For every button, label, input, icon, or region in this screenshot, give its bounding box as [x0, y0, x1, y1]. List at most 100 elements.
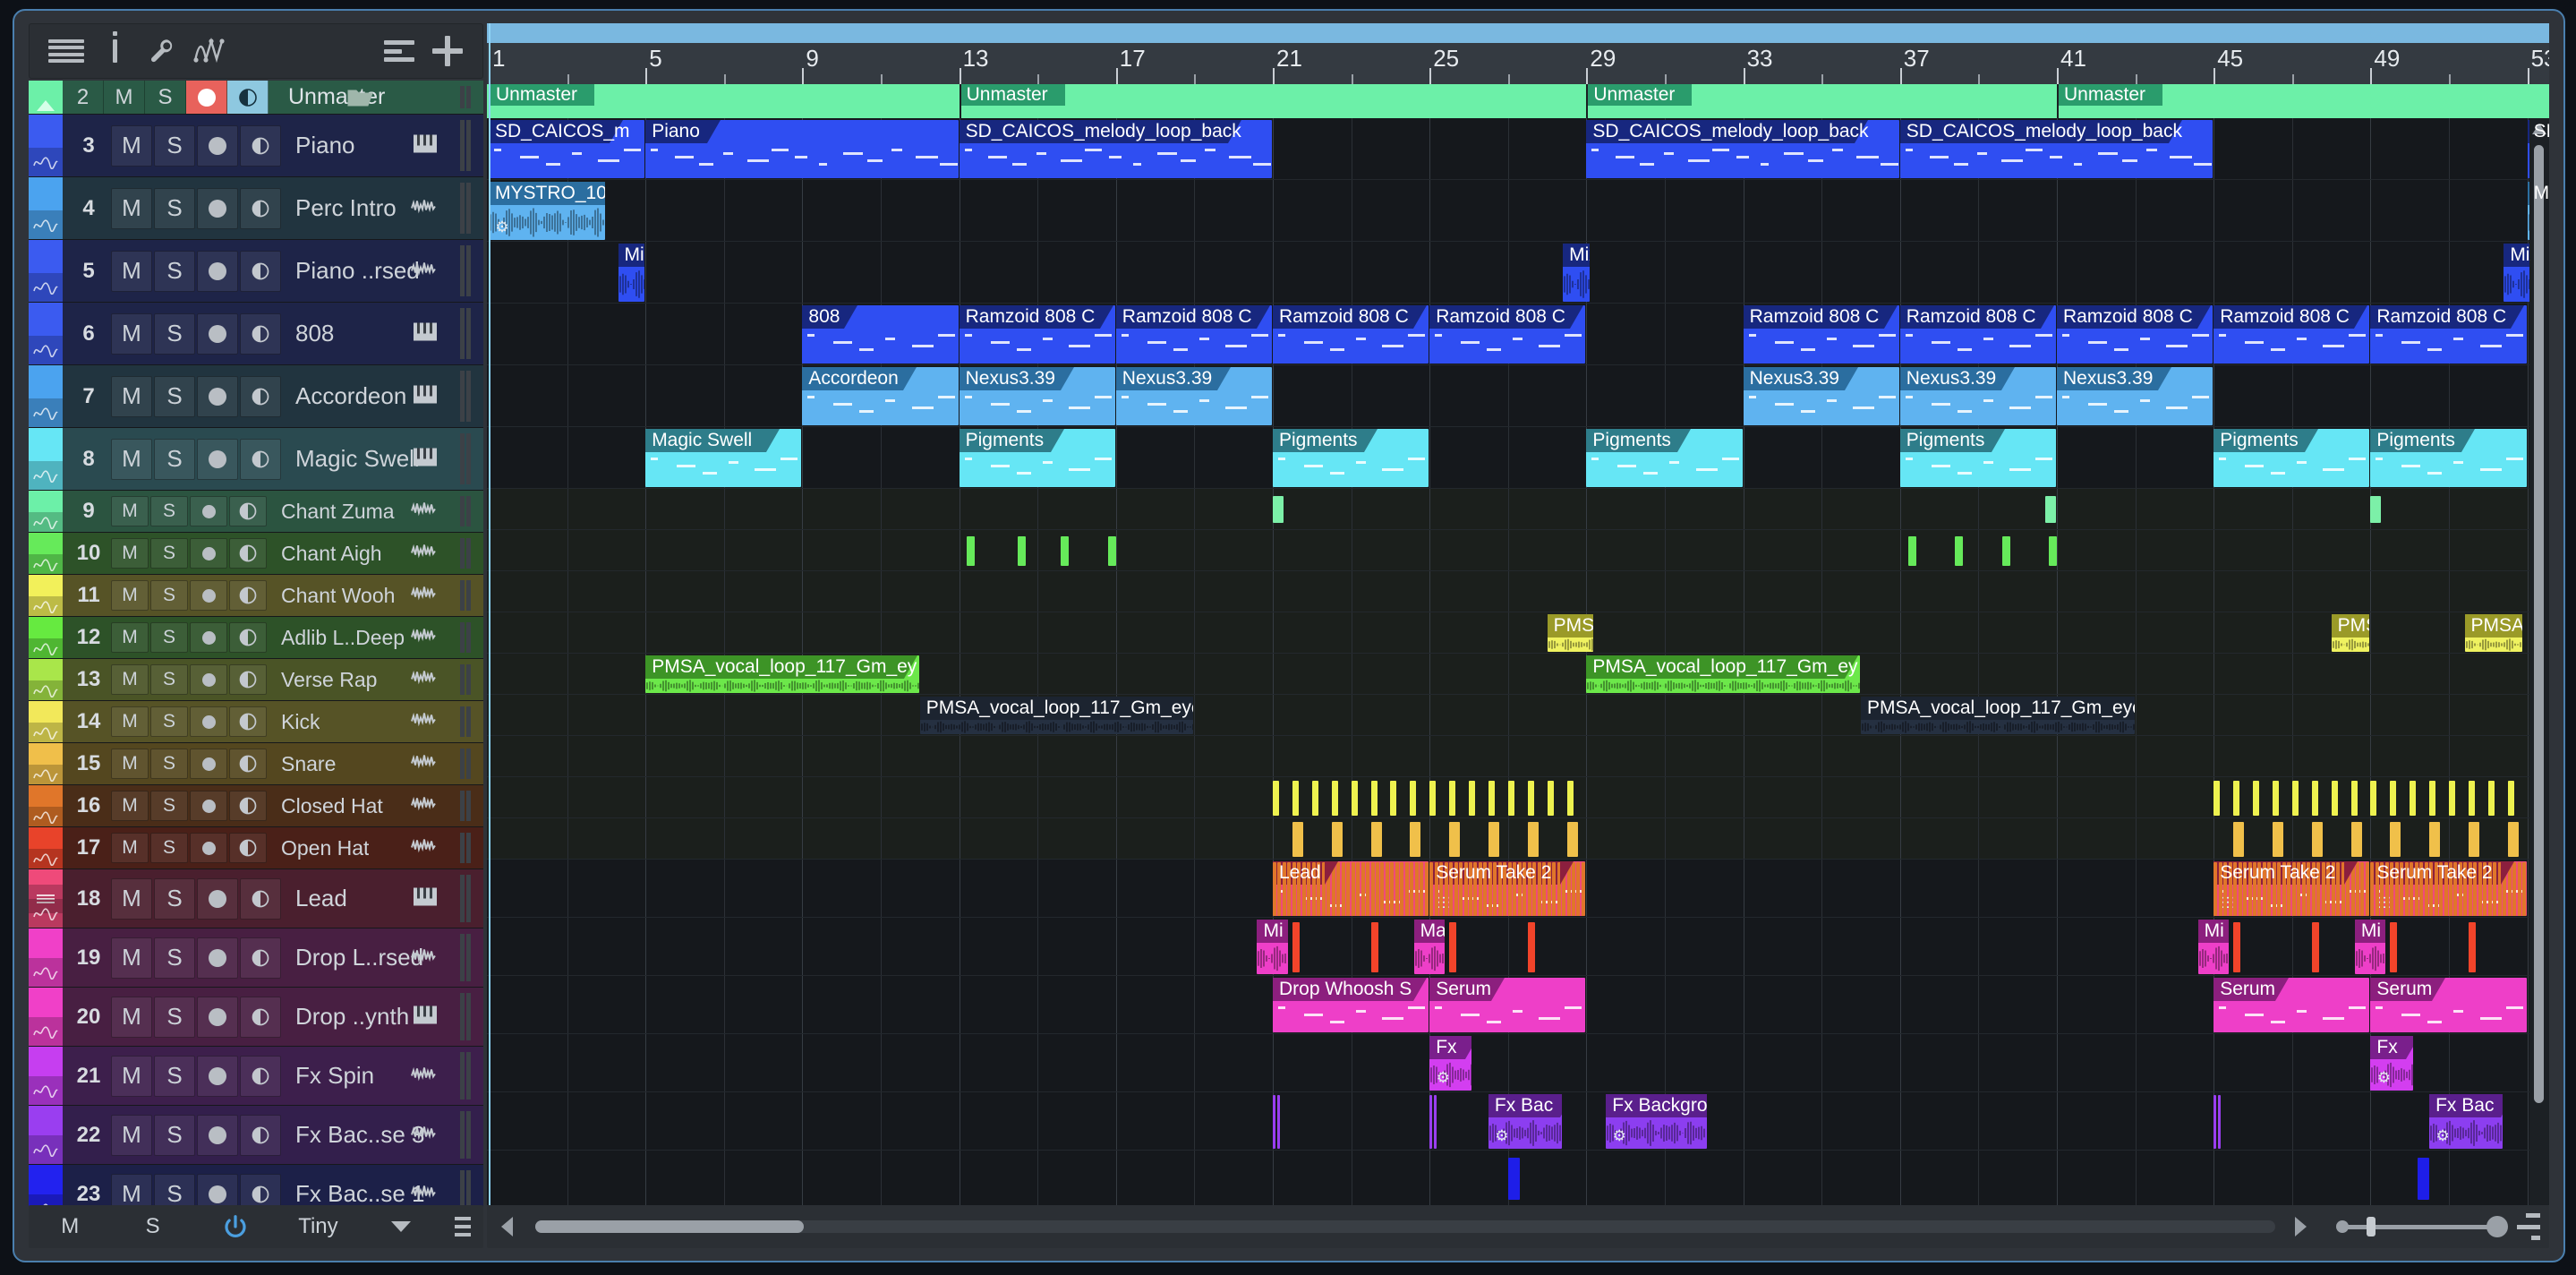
midi-note[interactable]	[1292, 822, 1303, 857]
folder-icon[interactable]	[347, 87, 374, 108]
track-header-4[interactable]: 4MSPerc Intro	[29, 177, 483, 240]
global-mute-button[interactable]: M	[29, 1214, 111, 1239]
track-pan-button[interactable]	[229, 496, 267, 526]
track-name-label[interactable]: Chant Wooh	[281, 584, 395, 608]
clip-body[interactable]	[645, 143, 958, 178]
clip-body[interactable]	[2213, 452, 2369, 487]
clip-body[interactable]	[1586, 679, 1860, 693]
track-mute-button[interactable]: M	[111, 622, 149, 653]
track-solo-button[interactable]: S	[154, 439, 195, 480]
power-icon[interactable]	[194, 1213, 277, 1240]
automation-lane-toggle[interactable]	[29, 512, 63, 532]
horizontal-scroll-track[interactable]	[535, 1220, 2275, 1233]
track-solo-button[interactable]: S	[154, 188, 195, 229]
clip[interactable]: SD_CAICOS_m	[489, 120, 644, 178]
track-color-strip[interactable]	[29, 177, 63, 239]
clip[interactable]: Mi	[1257, 920, 1287, 974]
clip[interactable]: MYSTRO_102_⚙	[489, 182, 605, 240]
track-list-icon[interactable]	[375, 30, 423, 73]
lane-12[interactable]: PMSA_fx_PMSA_PMSA_fx_s	[487, 612, 2549, 654]
arrangement-area[interactable]: 159131721252933374145495357 UnmasterUnma…	[487, 23, 2549, 1205]
track-header-7[interactable]: 7MSAccordeon	[29, 365, 483, 428]
track-color-strip[interactable]	[29, 1165, 63, 1209]
clip[interactable]: Fx⚙	[2370, 1036, 2412, 1091]
clip-body[interactable]	[1586, 452, 1742, 487]
midi-note[interactable]	[1342, 862, 1345, 917]
track-record-button[interactable]	[190, 580, 227, 611]
clip[interactable]: Pigments	[960, 429, 1115, 487]
track-mute-button[interactable]: M	[111, 313, 152, 355]
track-solo-button[interactable]: S	[150, 706, 188, 737]
clip-body[interactable]	[1414, 943, 1445, 974]
midi-note[interactable]	[1567, 822, 1578, 857]
midi-note[interactable]	[2390, 922, 2397, 973]
midi-note[interactable]	[1273, 781, 1279, 816]
lane-17[interactable]	[487, 818, 2549, 860]
track-solo-button[interactable]: S	[150, 622, 188, 653]
midi-note[interactable]	[2002, 536, 2010, 566]
track-mute-button[interactable]: M	[111, 376, 152, 417]
add-track-icon[interactable]	[423, 30, 472, 73]
track-mute-button[interactable]: M	[111, 749, 149, 779]
vertical-scrollbar[interactable]	[2529, 118, 2549, 1205]
track-header-3[interactable]: 3MSPiano	[29, 115, 483, 177]
track-record-button[interactable]	[197, 997, 238, 1038]
master-section-label[interactable]: Unmaster	[489, 84, 594, 106]
clip[interactable]: Mix	[2503, 244, 2530, 302]
midi-note[interactable]	[1410, 822, 1420, 857]
clip-header[interactable]: Nexus3.39	[1744, 367, 1899, 390]
horizontal-scroll-bar[interactable]	[487, 1205, 2549, 1248]
clip-body[interactable]	[802, 329, 958, 364]
track-name-label[interactable]: Snare	[281, 752, 336, 776]
track-record-button[interactable]	[197, 188, 238, 229]
clip-header[interactable]: Magic Swell	[645, 429, 801, 452]
midi-note[interactable]	[1528, 922, 1535, 973]
clip-header[interactable]: PMSA_vocal_loop_117_Gm_ey	[1586, 655, 1860, 679]
lane-8[interactable]: Magic SwellPigmentsPigmentsPigmentsPigme…	[487, 427, 2549, 489]
midi-note[interactable]	[1371, 781, 1378, 816]
midi-note[interactable]	[1371, 922, 1378, 973]
track-pan-button[interactable]	[240, 376, 281, 417]
vertical-scroll-thumb[interactable]	[2534, 145, 2544, 1103]
lane-19[interactable]: MiMaMiMi	[487, 918, 2549, 976]
track-pan-button[interactable]	[240, 313, 281, 355]
clip-body[interactable]	[1273, 452, 1429, 487]
clip-header[interactable]: Pigments	[960, 429, 1115, 452]
clip[interactable]: Mix	[1563, 244, 1590, 302]
clip-body[interactable]	[1861, 720, 2135, 734]
master-section-label[interactable]: Unmaster	[1586, 84, 1692, 106]
track-header-list[interactable]: 3MSPiano4MSPerc Intro5MSPiano ..rsed6MS8…	[29, 115, 483, 1209]
track-color-strip[interactable]	[29, 928, 63, 987]
clip-header[interactable]: Accordeon	[802, 367, 958, 390]
track-color-strip[interactable]	[29, 240, 63, 302]
clip[interactable]: Fx Backgroung⚙	[1606, 1094, 1707, 1149]
clip-header[interactable]: Serum	[2213, 978, 2369, 1001]
clip-body[interactable]	[1900, 143, 2213, 178]
clip[interactable]: Serum	[2213, 978, 2369, 1032]
clip-header[interactable]: Pigments	[1586, 429, 1742, 452]
midi-note[interactable]	[2508, 781, 2514, 816]
clip[interactable]: Pigments	[2213, 429, 2369, 487]
lane-20[interactable]: Drop Whoosh SSerumSerumSerum	[487, 976, 2549, 1034]
clip[interactable]: Ma	[1414, 920, 1445, 974]
clip[interactable]: Mix	[618, 244, 645, 302]
clip-body[interactable]	[618, 267, 645, 302]
track-record-button[interactable]	[197, 125, 238, 167]
track-name-label[interactable]: Chant Aigh	[281, 542, 382, 566]
master-arrangement-lane[interactable]: UnmasterUnmasterUnmasterUnmaster	[487, 84, 2549, 118]
track-name-label[interactable]: Open Hat	[281, 836, 369, 860]
automation-lane-toggle[interactable]	[29, 210, 63, 239]
midi-note[interactable]	[1488, 822, 1499, 857]
automation-lane-toggle[interactable]	[29, 765, 63, 784]
clip[interactable]: PMSA_vocal_loop_117_Gm_ey	[645, 655, 919, 693]
chevron-down-icon[interactable]	[360, 1221, 442, 1232]
midi-note[interactable]	[1576, 862, 1580, 917]
track-header-16[interactable]: 16MSClosed Hat	[29, 785, 483, 827]
clip-header[interactable]: Mi	[2198, 920, 2229, 943]
menu-icon[interactable]	[42, 30, 90, 73]
clip-header[interactable]: Mix	[1563, 244, 1590, 267]
automation-lane-toggle[interactable]	[29, 680, 63, 700]
view-options-icon[interactable]	[2517, 1213, 2540, 1240]
automation-lane-toggle[interactable]	[29, 638, 63, 658]
clip-body[interactable]	[1273, 329, 1429, 364]
